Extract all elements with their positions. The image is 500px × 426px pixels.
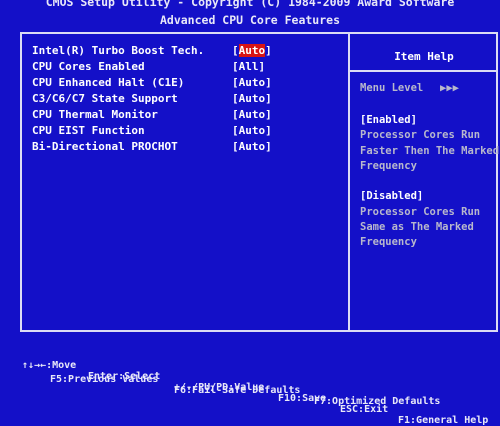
setting-value[interactable]: [Auto] <box>232 140 272 154</box>
setting-label: CPU Enhanced Halt (C1E) <box>32 76 185 89</box>
setting-value[interactable]: [Auto] <box>232 76 272 90</box>
help-disabled-heading: [Disabled] <box>360 190 424 202</box>
help-disabled-line: Frequency <box>360 236 417 248</box>
setting-value[interactable]: [Auto] <box>232 44 272 58</box>
setting-row-c1e[interactable]: CPU Enhanced Halt (C1E) [Auto] <box>32 76 272 90</box>
setting-row-prochot[interactable]: Bi-Directional PROCHOT [Auto] <box>32 140 272 154</box>
setting-label: C3/C6/C7 State Support <box>32 92 178 105</box>
help-enabled-line: Faster Then The Marked <box>360 145 500 157</box>
setting-row-thermal-monitor[interactable]: CPU Thermal Monitor [Auto] <box>32 108 272 122</box>
setting-value[interactable]: [Auto] <box>232 124 272 138</box>
help-divider <box>348 32 350 332</box>
item-help-title: Item Help <box>394 50 454 63</box>
setting-label: Bi-Directional PROCHOT <box>32 140 178 153</box>
footer-keys-row2: F5:Previous Values F6:Fail-Safe Defaults… <box>0 363 500 407</box>
setting-label: CPU EIST Function <box>32 124 145 137</box>
help-disabled-line: Processor Cores Run <box>360 206 481 218</box>
help-disabled-line: Same as The Marked <box>360 221 474 233</box>
hint-general-help: F1:General Help <box>398 415 489 426</box>
setting-value[interactable]: [All] <box>232 60 265 74</box>
hint-fail-safe: F6:Fail-Safe Defaults <box>174 385 301 396</box>
setting-value[interactable]: [Auto] <box>232 92 272 106</box>
page-title: Advanced CPU Core Features <box>159 13 340 27</box>
help-enabled-line: Frequency <box>360 160 417 172</box>
help-enabled-heading: [Enabled] <box>360 114 417 126</box>
setting-row-eist[interactable]: CPU EIST Function [Auto] <box>32 124 272 138</box>
setting-row-c-state-support[interactable]: C3/C6/C7 State Support [Auto] <box>32 92 272 106</box>
setting-label: CPU Cores Enabled <box>32 60 145 73</box>
setting-label: CPU Thermal Monitor <box>32 108 158 121</box>
setting-row-turbo-boost[interactable]: Intel(R) Turbo Boost Tech. [Auto] <box>32 44 272 58</box>
utility-title: CMOS Setup Utility - Copyright (C) 1984-… <box>45 0 455 9</box>
setting-row-cpu-cores-enabled[interactable]: CPU Cores Enabled [All] <box>32 60 265 74</box>
hint-previous-values: F5:Previous Values <box>50 374 159 385</box>
help-title-divider <box>348 70 498 72</box>
setting-value[interactable]: [Auto] <box>232 108 272 122</box>
help-enabled-line: Processor Cores Run <box>360 129 481 141</box>
hint-optimized: F7:Optimized Defaults <box>314 396 441 407</box>
menu-level-label: Menu Level <box>360 82 424 94</box>
menu-level-arrows-icon: ▶▶▶ <box>440 82 459 94</box>
footer-keys-row1: ↑↓→←:Move Enter:Select +/-/PU/PD:Value F… <box>0 349 500 426</box>
setting-label: Intel(R) Turbo Boost Tech. <box>32 44 205 57</box>
